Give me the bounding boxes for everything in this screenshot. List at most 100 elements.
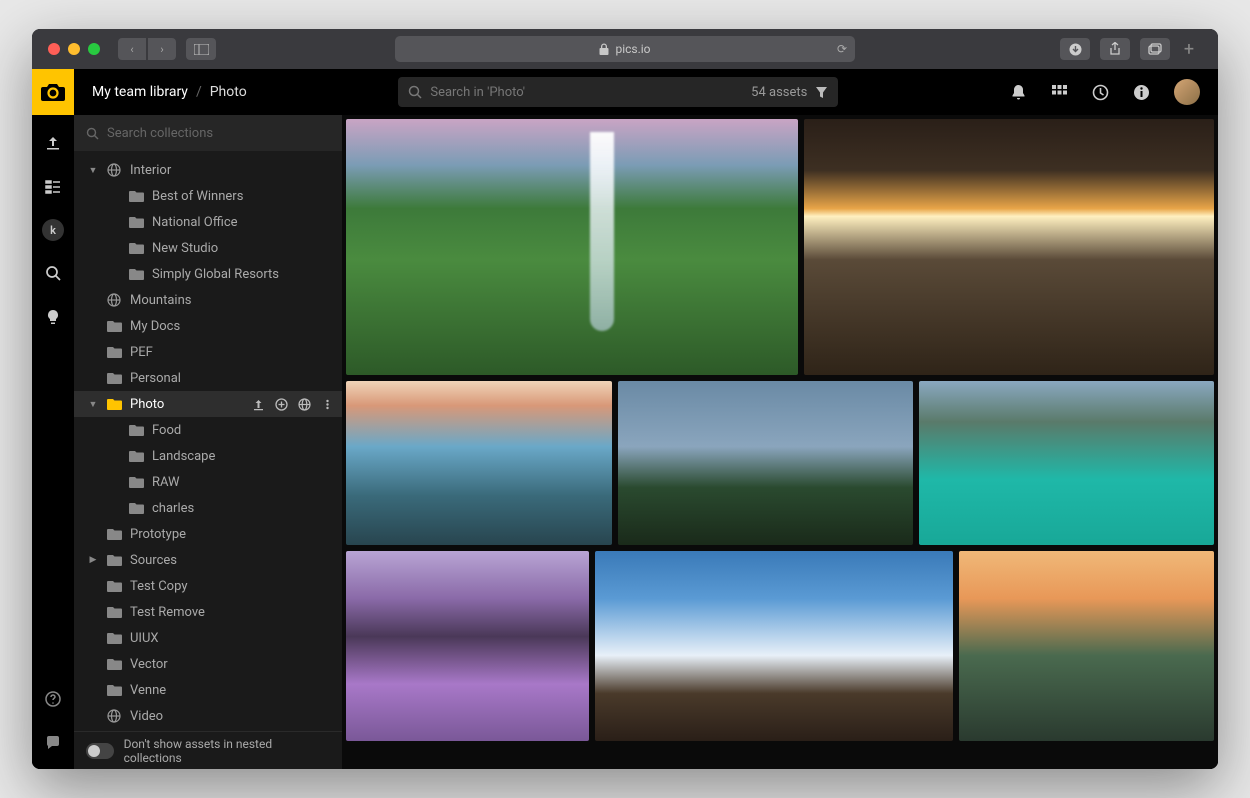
collections-sidebar: Search collections ▼InteriorBest of Winn…	[74, 115, 342, 769]
forward-button[interactable]: ›	[148, 38, 176, 60]
collections-tree: ▼InteriorBest of Winners National Office N…	[74, 151, 342, 731]
share-button[interactable]	[1100, 38, 1130, 60]
folder-icon	[106, 372, 122, 384]
collection-label: Test Remove	[130, 605, 205, 620]
globe-icon	[106, 163, 122, 177]
info-button[interactable]	[1133, 84, 1150, 101]
help-button[interactable]	[32, 679, 74, 719]
lightbulb-button[interactable]	[32, 297, 74, 337]
downloads-button[interactable]	[1060, 38, 1090, 60]
back-button[interactable]: ‹	[118, 38, 146, 60]
upload-button[interactable]	[32, 123, 74, 163]
breadcrumb-separator: /	[196, 84, 202, 100]
chat-button[interactable]	[32, 723, 74, 763]
breadcrumb-root[interactable]: My team library	[92, 84, 188, 100]
lock-icon	[599, 43, 609, 55]
tabs-button[interactable]	[1140, 38, 1170, 60]
collection-item[interactable]: charles	[74, 495, 342, 521]
collection-item[interactable]: Simply Global Resorts	[74, 261, 342, 287]
folder-icon	[106, 606, 122, 618]
asset-thumbnail[interactable]	[618, 381, 913, 545]
browser-window: ‹ › pics.io ⟳ + My team library / Photo	[32, 29, 1218, 769]
collection-label: Food	[152, 423, 181, 438]
collection-item[interactable]: New Studio	[74, 235, 342, 261]
add-icon[interactable]	[275, 398, 288, 411]
folder-icon	[106, 554, 122, 566]
more-icon[interactable]	[321, 398, 334, 411]
collection-item[interactable]: ▶Sources	[74, 547, 342, 573]
folder-icon	[106, 658, 122, 670]
history-button[interactable]	[1092, 84, 1109, 101]
collection-item[interactable]: UIUX	[74, 625, 342, 651]
folder-icon	[128, 216, 144, 228]
collection-label: Vector	[130, 657, 168, 672]
collection-item[interactable]: ▼Photo	[74, 391, 342, 417]
globe-icon	[106, 709, 122, 723]
asset-thumbnail[interactable]	[346, 551, 589, 741]
nested-toggle[interactable]	[86, 743, 114, 759]
collection-item[interactable]: Test Copy	[74, 573, 342, 599]
app-logo[interactable]	[32, 69, 74, 115]
maximize-window-button[interactable]	[88, 43, 100, 55]
collection-item[interactable]: Best of Winners	[74, 183, 342, 209]
collection-item[interactable]: ▼Interior	[74, 157, 342, 183]
search-button[interactable]	[32, 253, 74, 293]
collection-item[interactable]: Venne	[74, 677, 342, 703]
collection-label: New Studio	[152, 241, 218, 256]
folder-icon	[128, 268, 144, 280]
collection-label: Personal	[130, 371, 181, 386]
asset-thumbnail[interactable]	[804, 119, 1214, 375]
header-actions	[1010, 79, 1200, 105]
asset-thumbnail[interactable]	[919, 381, 1214, 545]
collections-search-input[interactable]: Search collections	[74, 115, 342, 151]
close-window-button[interactable]	[48, 43, 60, 55]
collection-item[interactable]: PEF	[74, 339, 342, 365]
app-header: My team library / Photo Search in 'Photo…	[32, 69, 1218, 115]
window-controls	[48, 43, 100, 55]
folder-icon	[128, 424, 144, 436]
collection-label: Test Copy	[130, 579, 187, 594]
upload-icon[interactable]	[252, 398, 265, 411]
asset-thumbnail[interactable]	[959, 551, 1214, 741]
minimize-window-button[interactable]	[68, 43, 80, 55]
show-sidebar-button[interactable]	[186, 38, 216, 60]
folder-icon	[128, 190, 144, 202]
folder-icon	[106, 320, 122, 332]
collection-item[interactable]: RAW	[74, 469, 342, 495]
collection-label: Interior	[130, 163, 171, 178]
notifications-button[interactable]	[1010, 84, 1027, 101]
collection-label: RAW	[152, 475, 180, 490]
keywords-button[interactable]: k	[42, 219, 64, 241]
collection-item[interactable]: National Office	[74, 209, 342, 235]
asset-thumbnail[interactable]	[595, 551, 953, 741]
reload-icon[interactable]: ⟳	[837, 42, 847, 56]
collection-item[interactable]: Test Remove	[74, 599, 342, 625]
folder-icon	[106, 398, 122, 410]
asset-thumbnail[interactable]	[346, 119, 798, 375]
collection-label: Simply Global Resorts	[152, 267, 279, 282]
search-input[interactable]: Search in 'Photo' 54 assets	[398, 77, 838, 107]
collection-item[interactable]: Personal	[74, 365, 342, 391]
globe-icon[interactable]	[298, 398, 311, 411]
collection-item[interactable]: Food	[74, 417, 342, 443]
collection-item[interactable]: Mountains	[74, 287, 342, 313]
user-avatar[interactable]	[1174, 79, 1200, 105]
folder-icon	[106, 346, 122, 358]
address-bar[interactable]: pics.io ⟳	[395, 36, 855, 62]
new-tab-button[interactable]: +	[1176, 36, 1202, 62]
collections-button[interactable]	[32, 167, 74, 207]
collection-label: National Office	[152, 215, 238, 230]
filter-icon[interactable]	[815, 86, 828, 99]
collection-label: UIUX	[130, 631, 159, 646]
collection-label: Video	[130, 709, 163, 724]
asset-thumbnail[interactable]	[346, 381, 612, 545]
collection-item[interactable]: Prototype	[74, 521, 342, 547]
collection-item[interactable]: Vector	[74, 651, 342, 677]
search-icon	[86, 127, 99, 140]
collection-item[interactable]: My Docs	[74, 313, 342, 339]
collection-item[interactable]: Landscape	[74, 443, 342, 469]
grid-view-button[interactable]	[1051, 84, 1068, 101]
asset-gallery	[342, 115, 1218, 769]
collection-item[interactable]: Video	[74, 703, 342, 729]
folder-icon	[106, 580, 122, 592]
